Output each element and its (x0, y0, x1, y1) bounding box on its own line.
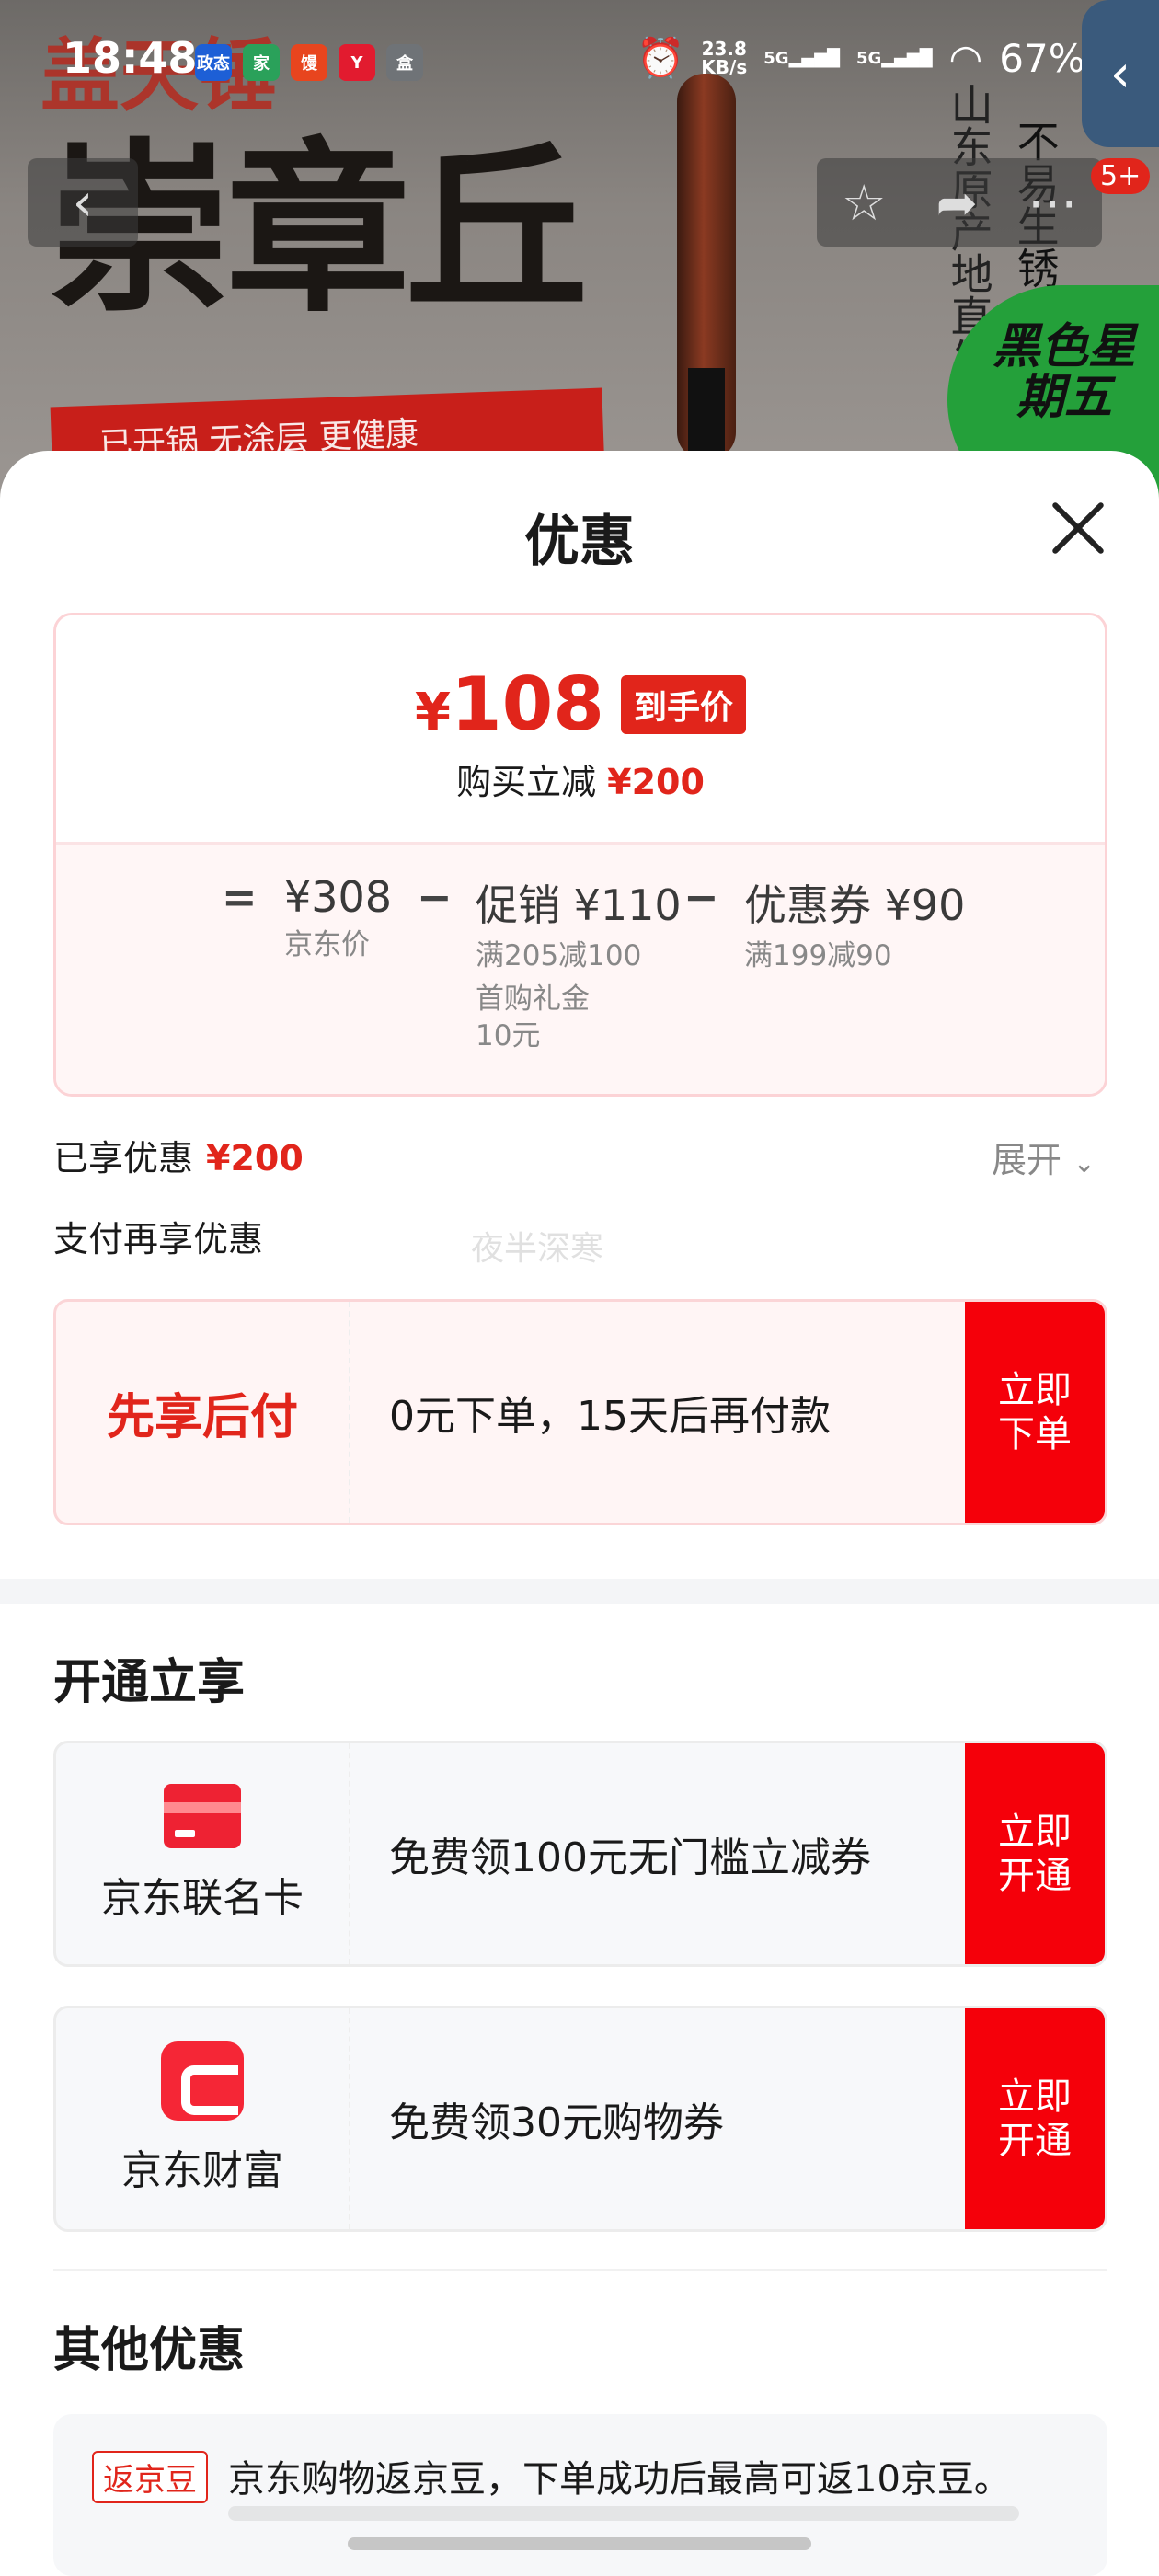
jd-bean-text: 京东购物返京豆，下单成功后最高可返10京豆。 (228, 2458, 1011, 2501)
sheet-title: 优惠 (524, 510, 635, 574)
final-price-tag: 到手价 (620, 674, 746, 734)
price-summary: ¥108 到手价 购买立减 ¥200 (56, 615, 1105, 842)
back-button[interactable]: ‹ (28, 158, 138, 247)
signal-5g-1: 5G▂▄▆█ (763, 48, 840, 68)
discount-sheet: 优惠 ¥108 到手价 购买立减 ¥200 = ¥308 京东价 − 促销 ¥1… (0, 451, 1159, 2576)
promo-green-badge-text: 黑色星期五 (992, 319, 1136, 425)
price-calculation: = ¥308 京东价 − 促销 ¥110 满205减100 首购礼金 10元 −… (56, 842, 1105, 1094)
jd-bean-text-continued (228, 2506, 1019, 2521)
jd-wealth-desc: 免费领30元购物券 (389, 2099, 724, 2146)
jd-card-label: 京东联名卡 (56, 1743, 350, 1964)
chevron-left-icon: ‹ (1109, 43, 1131, 104)
network-speed: 23.8 KB/s (701, 38, 748, 78)
credit-card-icon (164, 1784, 241, 1848)
share-icon[interactable]: ➦ (936, 174, 978, 232)
jd-bean-tag: 返京豆 (92, 2451, 208, 2503)
enjoyed-discount: 已享优惠 ¥200 (53, 1138, 304, 1179)
app-icon: 盒 (386, 44, 423, 81)
home-indicator[interactable] (348, 2537, 811, 2550)
app-icon: 政态 (195, 44, 232, 81)
signal-5g-2: 5G▂▄▆█ (855, 48, 933, 68)
equals-sign: = (222, 872, 258, 922)
status-bar: 18:48 政态 家 馒 Y 盒 ⏰ 23.8 KB/s 5G▂▄▆█ 5G▂▄… (0, 0, 1159, 120)
coupon-discount: 优惠券 ¥90 满199减90 (744, 880, 966, 972)
status-indicators: ⏰ 23.8 KB/s 5G▂▄▆█ 5G▂▄▆█ ◠ 67% (637, 35, 1159, 81)
pay-later-label: 先享后付 (56, 1302, 350, 1523)
purchase-reduction: 购买立减 ¥200 (456, 762, 705, 802)
jd-card-offer[interactable]: 京东联名卡 免费领100元无门槛立减券 立即 开通 (53, 1741, 1107, 1967)
divider-line (53, 2269, 1107, 2271)
price-breakdown-card: ¥108 到手价 购买立减 ¥200 = ¥308 京东价 − 促销 ¥110 … (53, 613, 1107, 1097)
notification-icons: 政态 家 馒 Y 盒 (195, 44, 423, 81)
back-arrow-icon: ‹ (72, 172, 94, 233)
wifi-icon: ◠ (948, 35, 983, 81)
app-icon: Y (339, 44, 375, 81)
open-card-button[interactable]: 立即 开通 (965, 1743, 1105, 1964)
final-price: ¥108 (415, 661, 604, 747)
open-wealth-button[interactable]: 立即 开通 (965, 2008, 1105, 2229)
pay-later-desc: 0元下单，15天后再付款 (389, 1393, 831, 1440)
jd-bean-offer[interactable]: 返京豆 京东购物返京豆，下单成功后最高可返10京豆。 (53, 2414, 1107, 2576)
jd-price: ¥308 京东价 (284, 872, 393, 961)
wallet-icon (161, 2041, 244, 2121)
pay-more-label: 支付再享优惠 (53, 1219, 264, 1259)
app-icon: 家 (243, 44, 280, 81)
star-icon[interactable]: ☆ (842, 174, 886, 232)
open-section-title: 开通立享 (53, 1655, 246, 1710)
close-icon[interactable] (1049, 499, 1107, 558)
jd-wealth-label: 京东财富 (56, 2008, 350, 2229)
other-section-title: 其他优惠 (53, 2323, 246, 2378)
alarm-icon: ⏰ (637, 35, 685, 80)
jd-wealth-offer[interactable]: 京东财富 免费领30元购物券 立即 开通 (53, 2006, 1107, 2232)
battery-percent: 67% (999, 35, 1085, 81)
final-price-row: ¥108 到手价 (56, 661, 1105, 747)
more-icon[interactable]: ⋯ (1027, 174, 1077, 232)
section-divider (0, 1579, 1159, 1604)
status-time: 18:48 (63, 33, 198, 83)
promo-discount: 促销 ¥110 满205减100 首购礼金 10元 (476, 880, 682, 1052)
minus-sign: − (417, 872, 453, 922)
jd-card-desc: 免费领100元无门槛立减券 (389, 1834, 871, 1881)
pay-later-offer[interactable]: 先享后付 0元下单，15天后再付款 立即 下单 (53, 1299, 1107, 1525)
watermark-text: 夜半深寒 (471, 1230, 604, 1268)
order-now-button[interactable]: 立即 下单 (965, 1302, 1105, 1523)
message-badge: 5+ (1091, 158, 1151, 194)
top-actions: ☆ ➦ ⋯ (817, 158, 1102, 247)
app-icon: 馒 (291, 44, 327, 81)
chevron-down-icon: ⌄ (1073, 1147, 1096, 1179)
expand-button[interactable]: 展开 ⌄ (992, 1132, 1096, 1182)
minus-sign: − (683, 872, 719, 922)
side-collapse-tab[interactable]: ‹ (1082, 0, 1159, 147)
